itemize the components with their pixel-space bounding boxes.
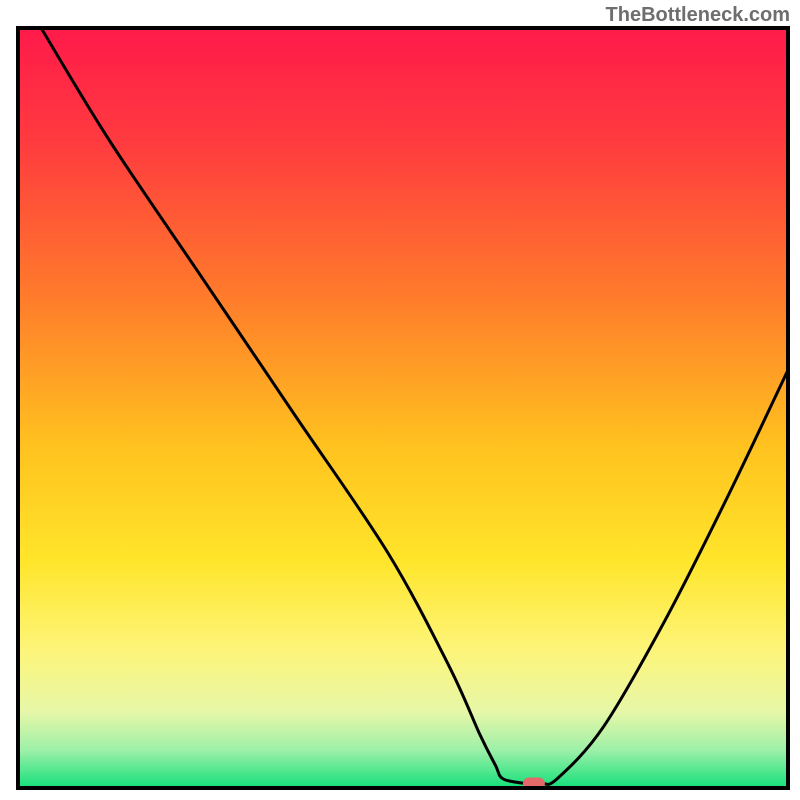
attribution-label: TheBottleneck.com [606,4,790,27]
plot-background [18,28,788,788]
chart-container: TheBottleneck.com [0,0,800,800]
bottleneck-chart [0,0,800,800]
